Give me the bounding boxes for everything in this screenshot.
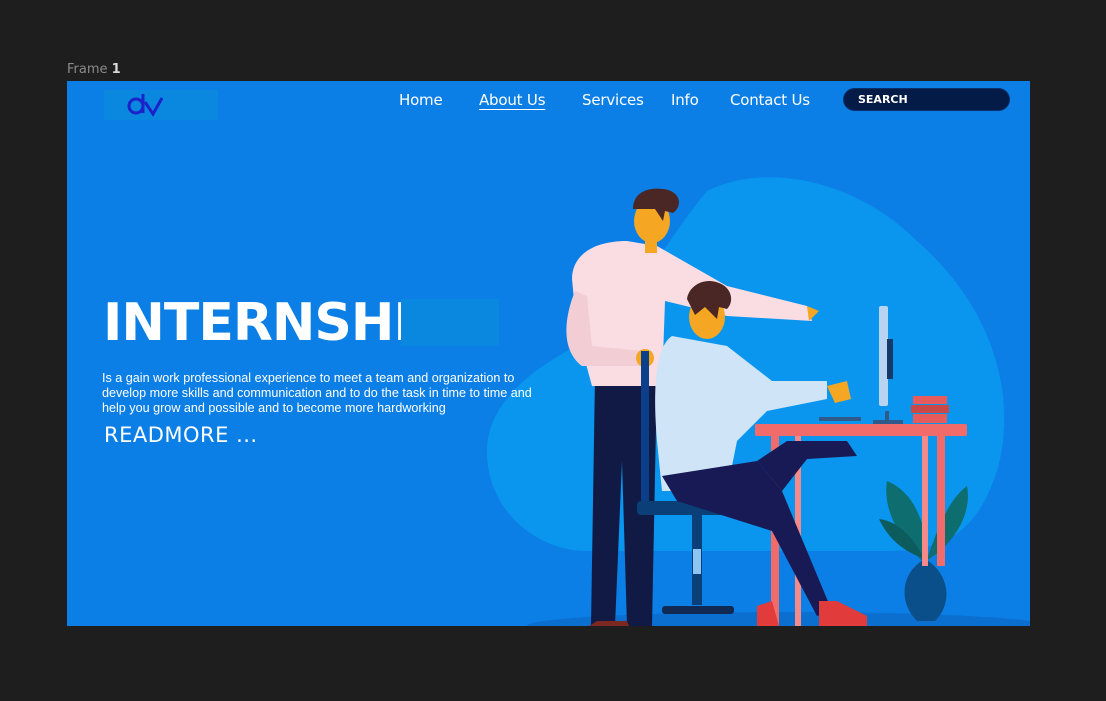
internship-illustration xyxy=(487,177,1030,626)
nav-about-us[interactable]: About Us xyxy=(479,91,546,109)
search-input[interactable] xyxy=(844,89,998,106)
title-highlight-box xyxy=(401,299,499,346)
nav-info[interactable]: Info xyxy=(671,91,699,109)
hero-description: Is a gain work professional experience t… xyxy=(102,371,532,415)
nav-contact-us[interactable]: Contact Us xyxy=(730,91,810,109)
books xyxy=(911,396,949,423)
search-bar[interactable] xyxy=(843,88,1010,111)
frame-label: Frame 1 xyxy=(67,62,121,77)
hero-title: INTERNSHIP xyxy=(103,293,450,353)
landing-page-canvas: dv Home About Us Services Info Contact U… xyxy=(67,81,1030,626)
frame-label-text: Frame xyxy=(67,62,108,77)
nav-services[interactable]: Services xyxy=(582,91,644,109)
readmore-link[interactable]: READMORE ... xyxy=(104,423,258,447)
nav-home[interactable]: Home xyxy=(399,91,443,109)
frame-label-number: 1 xyxy=(111,62,121,77)
